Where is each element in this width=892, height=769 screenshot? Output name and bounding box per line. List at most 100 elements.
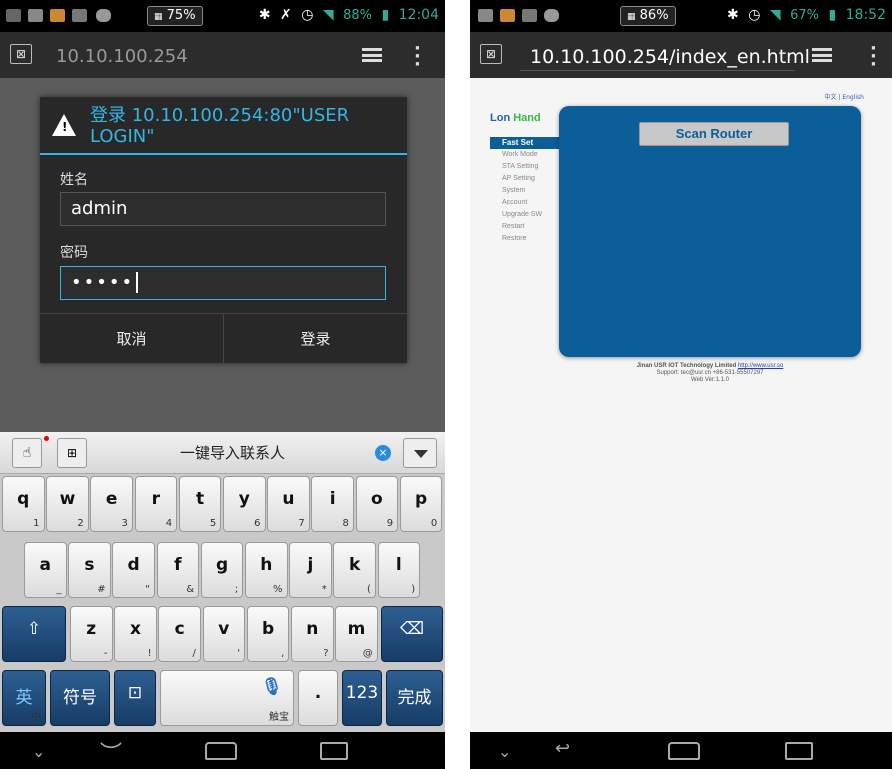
key-label: k [348, 555, 361, 575]
key-d[interactable]: d " [112, 542, 155, 598]
overflow-menu-icon-2[interactable]: · · · [870, 40, 877, 74]
key-n[interactable]: n? [291, 606, 334, 662]
content-panel: Scan Router [559, 106, 861, 357]
side-menu-item[interactable]: Account [490, 197, 560, 209]
key-r[interactable]: r4 [134, 476, 178, 532]
cancel-button[interactable]: 取消 [40, 314, 223, 363]
key-w[interactable]: w2 [46, 476, 89, 532]
done-key[interactable]: 完成 [386, 670, 443, 726]
chevron-down-icon[interactable]: ⌄ [498, 742, 511, 761]
browser-toolbar: ⊠ 10.10.100.254 · · · [0, 32, 445, 78]
url-field-2[interactable]: 10.10.100.254/index_en.html [520, 43, 810, 71]
home-icon[interactable] [205, 742, 237, 760]
recents-icon[interactable] [320, 742, 348, 760]
recents-icon-2[interactable] [785, 742, 813, 760]
login-button[interactable]: 登录 [223, 314, 407, 363]
cloud-icon [96, 9, 111, 22]
key-y[interactable]: y6 [223, 476, 266, 532]
key-g[interactable]: g; [200, 542, 244, 598]
language-links[interactable]: 中文 | English [824, 92, 864, 101]
alarm-icon-2: ◷ [748, 7, 761, 23]
back-icon-2[interactable]: ↩ [555, 738, 570, 759]
scan-router-button[interactable]: Scan Router [639, 122, 789, 146]
key-label: o [371, 489, 383, 509]
hand-icon[interactable]: ☝ [12, 438, 42, 468]
key-a[interactable]: a _ [24, 542, 67, 598]
footer-company-line: Jinan USR IOT Technology Limited http://… [590, 363, 830, 370]
logo-part-a: Lon [490, 112, 511, 124]
key-sublabel: 1 [33, 518, 40, 529]
side-menu: Fast Set Work Mode STA Setting AP Setting Sy… [490, 137, 560, 245]
site-favicon-icon[interactable]: ⊠ [10, 44, 32, 64]
language-key[interactable]: 英中 [2, 670, 46, 726]
key-j[interactable]: j * [289, 542, 332, 598]
key-label: f [174, 555, 182, 575]
key-m[interactable]: m @ [335, 606, 378, 662]
side-menu-item[interactable]: STA Setting [490, 161, 560, 173]
side-menu-item[interactable]: Restore [490, 233, 560, 245]
username-input[interactable]: admin [60, 192, 386, 226]
tabs-icon-2[interactable] [812, 48, 832, 62]
key-sublabel: & [186, 584, 195, 595]
side-menu-item[interactable]: Fast Set [490, 137, 560, 149]
overflow-menu-icon[interactable]: · · · [414, 40, 421, 74]
side-menu-item[interactable]: Upgrade SW [490, 209, 560, 221]
key-k[interactable]: k( [333, 542, 376, 598]
home-icon-2[interactable] [668, 742, 700, 760]
key-q[interactable]: q1 [2, 476, 45, 532]
key-e[interactable]: e3 [90, 476, 133, 532]
key-l[interactable]: l) [377, 542, 421, 598]
url-field[interactable]: 10.10.100.254 [46, 43, 198, 71]
key-sublabel: ' [237, 648, 241, 659]
period-key[interactable]: . [298, 670, 338, 726]
key-x[interactable]: x! [114, 606, 157, 662]
side-menu-item[interactable]: System [490, 185, 560, 197]
back-icon[interactable]: ︶ [100, 736, 122, 768]
key-sublabel: ! [147, 648, 152, 659]
expand-candidates-icon[interactable] [403, 438, 437, 468]
app-icon-2 [500, 9, 515, 22]
switch-keyboard-key[interactable]: ⊡ [114, 670, 156, 726]
site-favicon-icon-2[interactable]: ⊠ [480, 44, 502, 64]
layout-icon[interactable]: ⊞ [57, 438, 87, 468]
key-h[interactable]: h% [245, 542, 288, 598]
side-menu-item[interactable]: Restart [490, 221, 560, 233]
hide-keyboard-icon[interactable]: ⌄ [32, 742, 45, 761]
key-sublabel: # [97, 584, 106, 595]
side-menu-item[interactable]: Work Mode [490, 149, 560, 161]
password-input[interactable]: ••••• [60, 266, 386, 300]
shift-key[interactable]: ⇧ [2, 606, 66, 662]
number-key[interactable]: 123 [342, 670, 382, 726]
key-f[interactable]: f & [156, 542, 200, 598]
footer-company: Jinan USR IOT Technology Limited [636, 363, 737, 369]
key-sublabel: 9 [386, 518, 394, 529]
key-c[interactable]: c / [158, 606, 201, 662]
key-s[interactable]: s # [68, 542, 111, 598]
page-footer: Jinan USR IOT Technology Limited http://… [590, 363, 830, 384]
gallery-icon-2 [522, 9, 537, 22]
key-o[interactable]: o9 [355, 476, 399, 532]
alarm-icon: ◷ [301, 7, 314, 23]
backspace-key[interactable]: ⌫ [381, 606, 443, 662]
backspace-icon: ⌫ [399, 619, 425, 639]
key-u[interactable]: u7 [267, 476, 310, 532]
candidate-bar: ☝ ⊞ 一键导入联系人 × [0, 432, 445, 474]
tabs-icon[interactable] [362, 48, 382, 62]
warning-icon: ! [52, 114, 76, 136]
key-v[interactable]: v ' [202, 606, 246, 662]
key-label: z [86, 619, 97, 639]
key-z[interactable]: z- [70, 606, 113, 662]
key-b[interactable]: b, [246, 606, 290, 662]
signal-percent-2: 67% [790, 8, 820, 23]
key-p[interactable]: p0 [399, 476, 443, 532]
side-menu-item[interactable]: AP Setting [490, 173, 560, 185]
footer-link[interactable]: http://www.usr.so [738, 363, 783, 369]
key-t[interactable]: t5 [178, 476, 222, 532]
space-key[interactable]: 触宝 🎙 [160, 670, 294, 726]
key-label: . [314, 683, 322, 703]
symbol-key[interactable]: 符号 [50, 670, 110, 726]
nav-bar-2: ⌄ ↩ [470, 732, 892, 769]
key-i[interactable]: i8 [311, 476, 354, 532]
clear-icon[interactable]: × [375, 445, 391, 461]
candidate-text[interactable]: 一键导入联系人 [180, 442, 285, 463]
